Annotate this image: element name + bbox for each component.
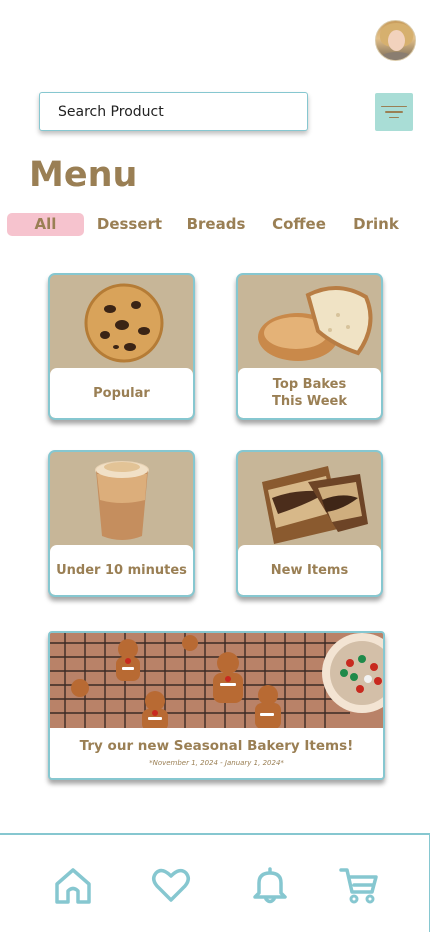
card-label: Popular [50,368,193,418]
category-tab-breads[interactable]: Breads [185,213,247,236]
avatar-face [388,30,405,51]
category-tab-coffee[interactable]: Coffee [270,213,328,236]
search-input[interactable] [40,93,307,130]
card-top-bakes[interactable]: Top Bakes This Week [236,273,383,420]
avatar-shirt [380,52,413,60]
category-tab-all[interactable]: All [7,213,84,236]
card-under-10-minutes[interactable]: Under 10 minutes [48,450,195,597]
home-icon[interactable] [53,865,93,905]
marble-cake-image [262,466,368,544]
category-tab-dessert[interactable]: Dessert [96,213,163,236]
filter-icon-line-3 [389,116,399,119]
heart-icon[interactable] [151,865,191,905]
cookie-image [84,283,164,363]
banner-dates: *November 1, 2024 - January 1, 2024* [149,759,284,767]
banner-label: Try our new Seasonal Bakery Items! *Nove… [50,728,383,778]
card-popular[interactable]: Popular [48,273,195,420]
seasonal-banner[interactable]: Try our new Seasonal Bakery Items! *Nove… [48,631,385,780]
avatar[interactable] [375,20,416,61]
filter-button[interactable] [375,93,413,131]
gingerbread-image [50,633,383,732]
bell-icon[interactable] [250,865,290,905]
banner-title: Try our new Seasonal Bakery Items! [79,738,354,754]
page-title: Menu [29,155,138,195]
iced-coffee-image [95,461,149,540]
bottom-nav [0,833,430,932]
filter-icon-line-2 [385,111,403,113]
cart-icon[interactable] [339,865,379,905]
card-label: Under 10 minutes [50,545,193,595]
bread-image [258,286,373,361]
card-label: Top Bakes This Week [238,368,381,418]
filter-icon [381,105,407,108]
card-label: New Items [238,545,381,595]
category-tab-drink[interactable]: Drink [350,213,402,236]
card-new-items[interactable]: New Items [236,450,383,597]
search-box[interactable] [39,92,308,131]
